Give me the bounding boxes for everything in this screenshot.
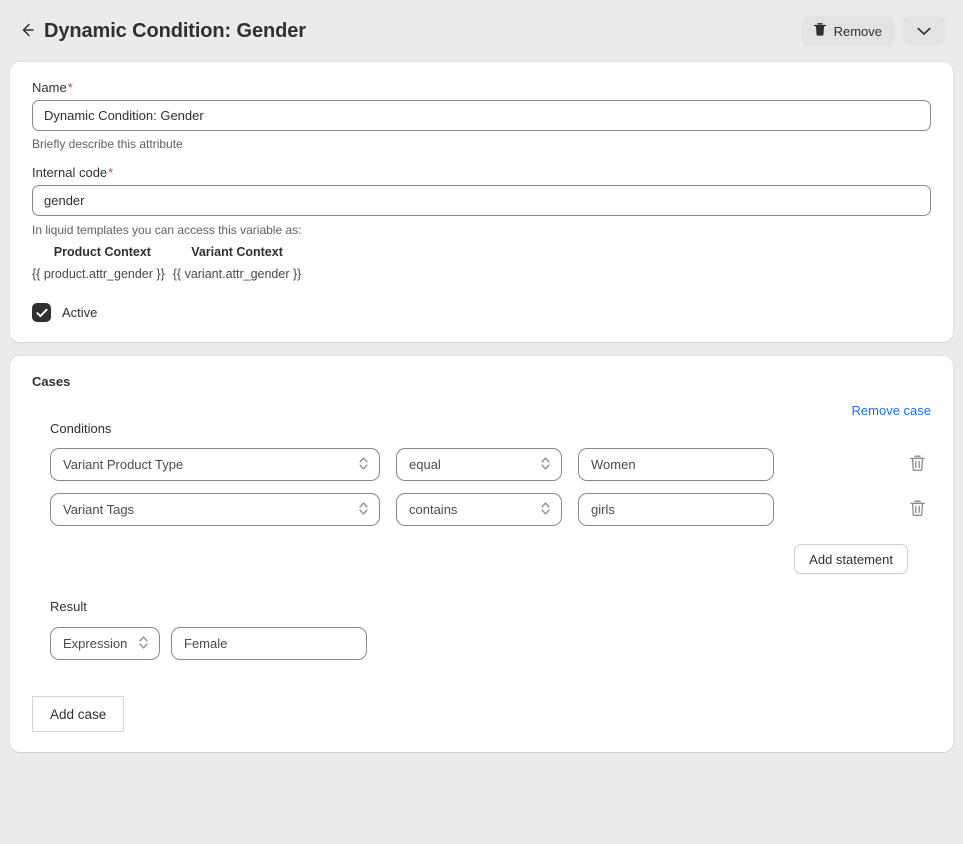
remove-case-button[interactable]: Remove case [852, 403, 931, 418]
active-checkbox[interactable] [32, 303, 51, 322]
condition-row: Variant Tags contains [50, 493, 931, 526]
internal-code-label-text: Internal code [32, 165, 108, 180]
name-input[interactable] [32, 100, 931, 131]
liquid-value-product-context: {{ product.attr_gender }} [32, 267, 165, 281]
select-chevron-icon [540, 500, 551, 519]
name-label-text: Name [32, 80, 67, 95]
name-helper-text: Briefly describe this attribute [32, 137, 183, 151]
condition-attribute-value: Variant Product Type [63, 457, 184, 472]
condition-attribute-select[interactable]: Variant Product Type [50, 448, 380, 481]
active-checkbox-row[interactable]: Active [32, 303, 931, 322]
conditions-label: Conditions [50, 421, 112, 436]
cases-card-body: Cases Remove case Conditions Variant Pro… [10, 356, 953, 752]
result-type-select[interactable]: Expression [50, 627, 160, 660]
liquid-header-product-context: Product Context [53, 245, 151, 259]
internal-code-input[interactable] [32, 185, 931, 216]
active-checkbox-label: Active [62, 305, 98, 320]
add-case-button[interactable]: Add case [32, 696, 125, 732]
trash-icon [909, 454, 926, 475]
remove-button[interactable]: Remove [801, 16, 895, 46]
add-statement-row: Add statement [32, 544, 931, 574]
header-actions: Remove [801, 16, 945, 46]
result-label: Result [50, 599, 87, 613]
result-value-input[interactable] [171, 627, 367, 660]
liquid-note: In liquid templates you can access this … [32, 223, 302, 237]
more-actions-button[interactable] [903, 16, 945, 46]
remove-button-label: Remove [833, 23, 882, 39]
select-chevron-icon [138, 634, 149, 653]
delete-condition-button[interactable] [909, 499, 926, 520]
condition-operator-value: contains [409, 502, 458, 517]
condition-value-input[interactable] [578, 493, 774, 526]
page-header: Dynamic Condition: Gender Remove [0, 0, 963, 62]
trash-icon [813, 22, 827, 40]
add-statement-button[interactable]: Add statement [794, 544, 908, 574]
select-chevron-icon [358, 455, 369, 474]
result-row: Expression [50, 627, 931, 660]
add-case-row: Add case [32, 696, 931, 732]
remove-case-row: Remove case [32, 403, 931, 418]
select-chevron-icon [358, 500, 369, 519]
liquid-table-value-row: {{ product.attr_gender }} {{ variant.att… [32, 267, 301, 281]
condition-row: Variant Product Type equal [50, 448, 931, 481]
liquid-header-variant-context: Variant Context [191, 245, 283, 259]
arrow-left-icon [18, 21, 36, 42]
page-title: Dynamic Condition: Gender [44, 19, 306, 42]
details-card: Name* Briefly describe this attribute In… [10, 62, 953, 342]
condition-attribute-value: Variant Tags [63, 502, 135, 517]
name-required-asterisk: * [67, 80, 73, 95]
condition-value-input[interactable] [578, 448, 774, 481]
delete-condition-button[interactable] [909, 454, 926, 475]
condition-operator-value: equal [409, 457, 441, 472]
details-card-body: Name* Briefly describe this attribute In… [10, 62, 953, 342]
cases-section-title: Cases [32, 374, 71, 389]
liquid-table-header-row: Product Context Variant Context [32, 245, 301, 267]
trash-icon [909, 499, 926, 520]
internal-code-required-asterisk: * [108, 165, 114, 180]
back-button[interactable] [14, 18, 40, 44]
conditions-list: Variant Product Type equal Women Variant… [50, 448, 931, 526]
condition-attribute-select[interactable]: Variant Tags [50, 493, 380, 526]
result-type-value: Expression [63, 636, 128, 651]
liquid-value-variant-context: {{ variant.attr_gender }} [172, 267, 302, 281]
chevron-down-icon [917, 24, 931, 39]
cases-card: Cases Remove case Conditions Variant Pro… [10, 356, 953, 752]
condition-operator-select[interactable]: equal [396, 448, 562, 481]
select-chevron-icon [540, 455, 551, 474]
condition-operator-select[interactable]: contains [396, 493, 562, 526]
internal-code-field-label: Internal code* [32, 165, 931, 180]
name-field-label: Name* [32, 80, 931, 95]
liquid-context-table: Product Context Variant Context {{ produ… [32, 245, 301, 281]
check-icon [35, 308, 48, 318]
